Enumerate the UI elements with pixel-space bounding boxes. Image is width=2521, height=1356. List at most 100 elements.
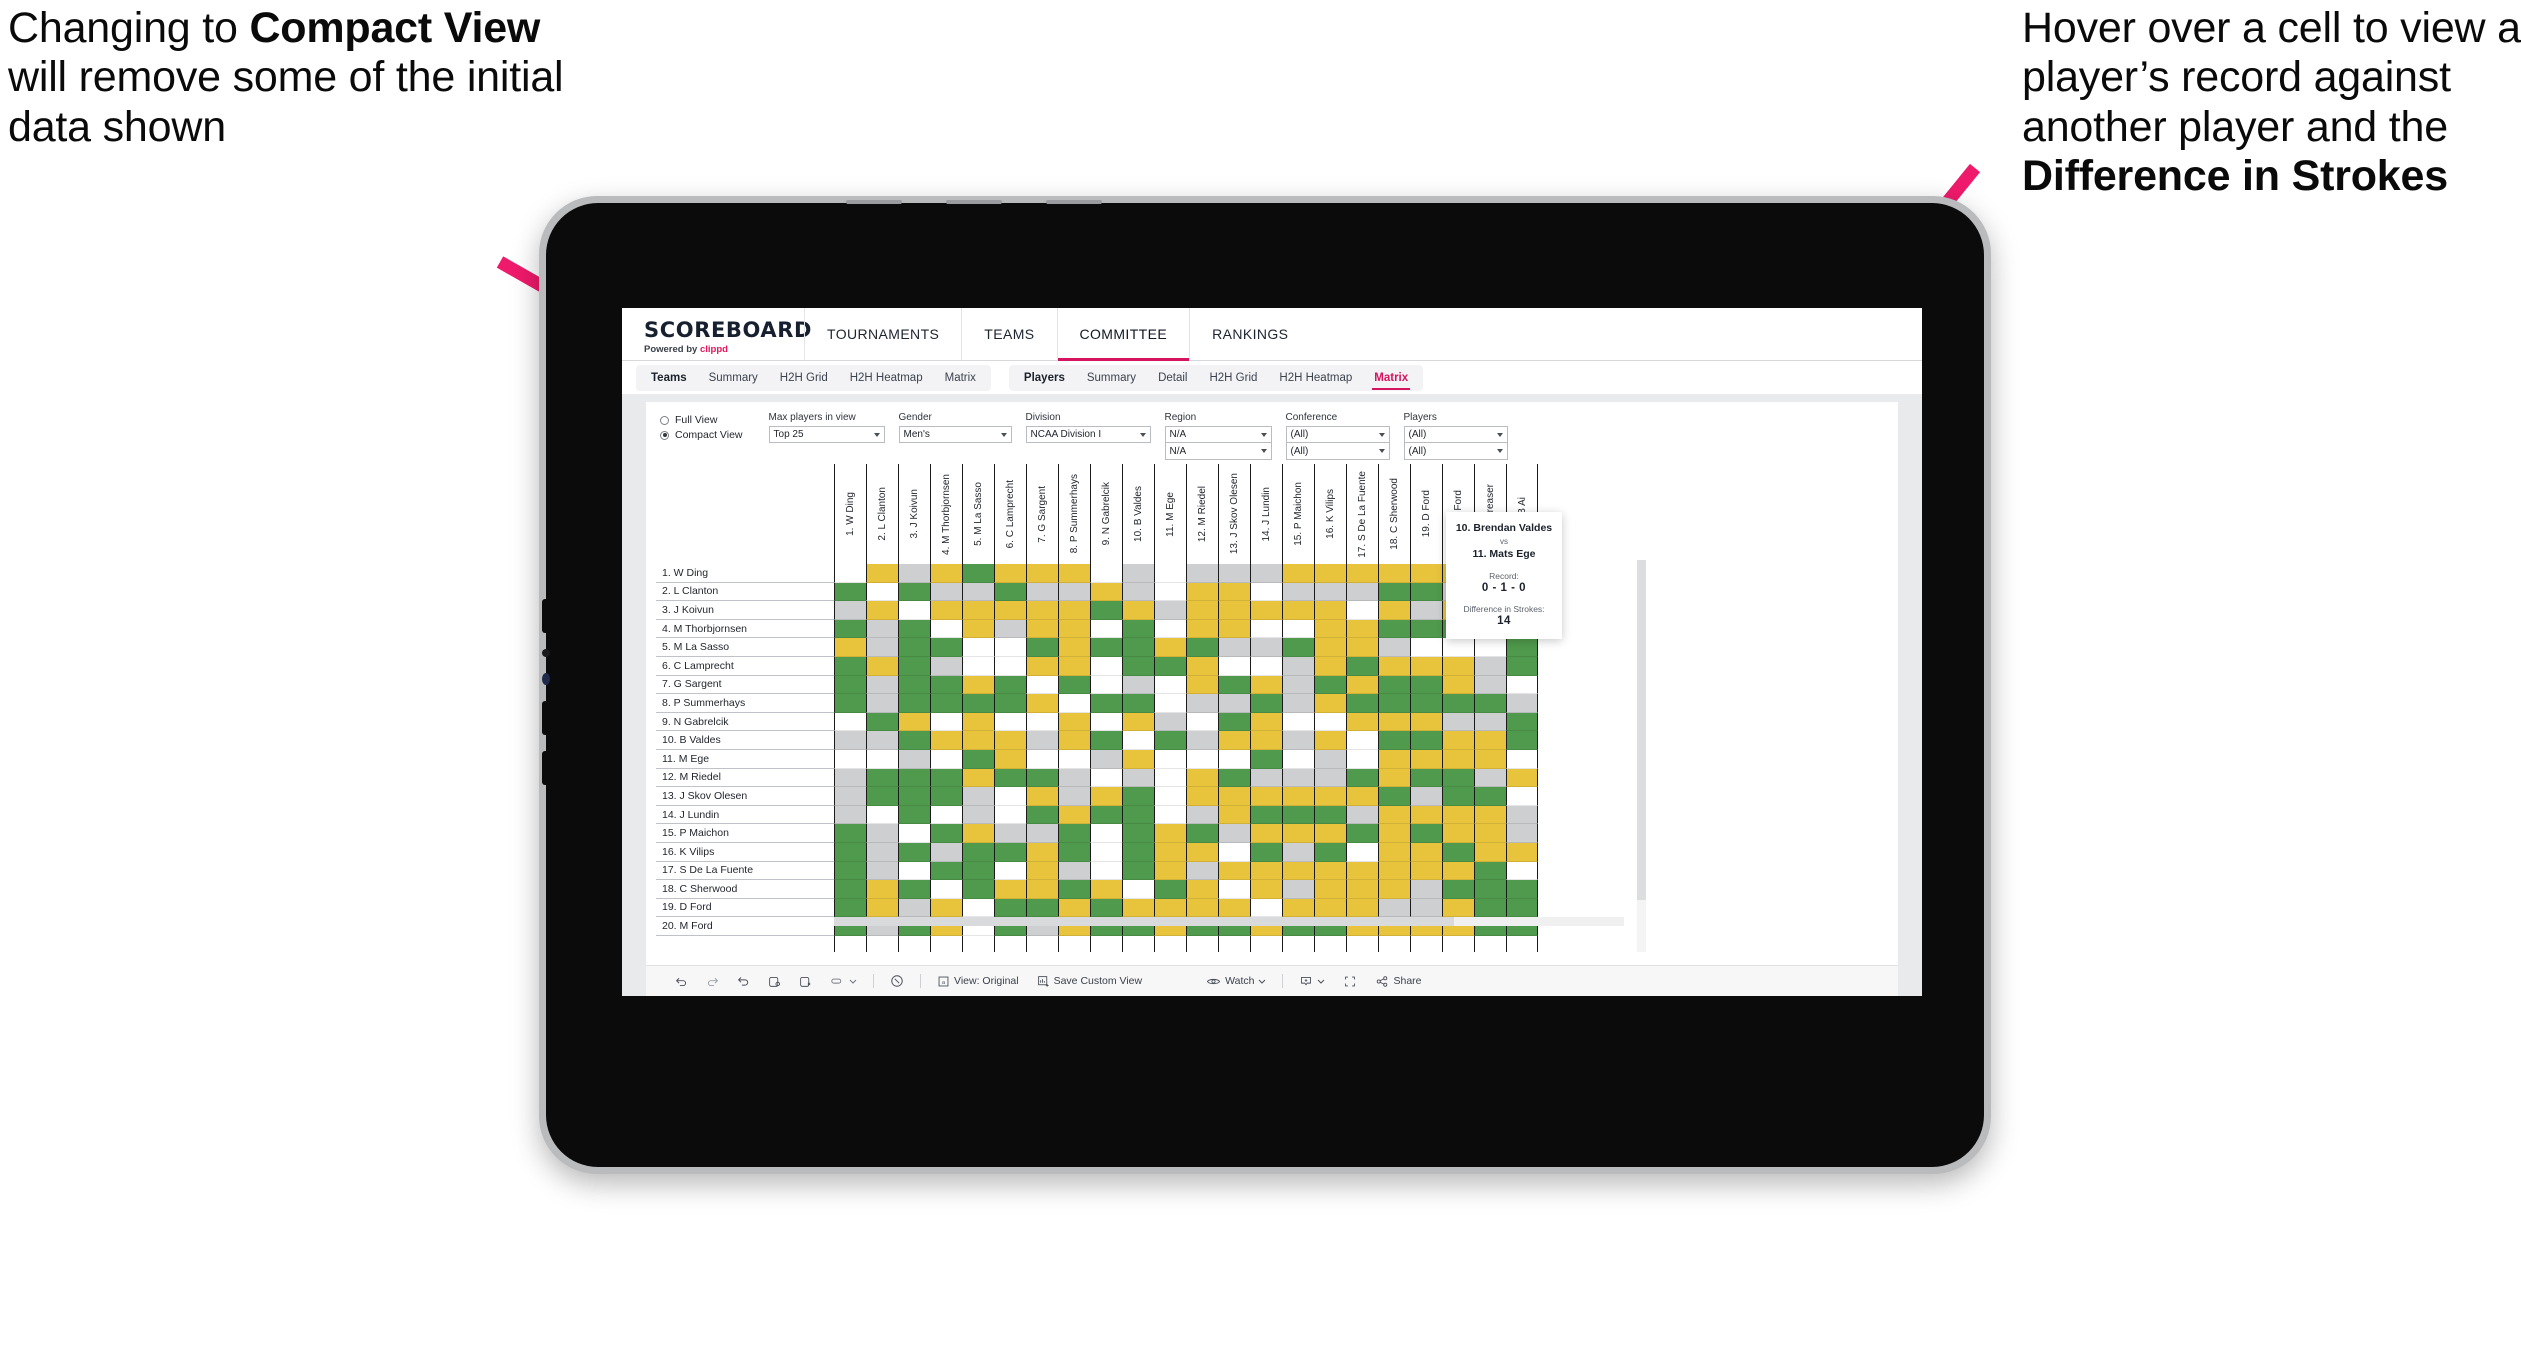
matrix-cell[interactable] <box>1090 731 1122 750</box>
matrix-cell[interactable] <box>994 787 1026 806</box>
matrix-cell[interactable] <box>1154 712 1186 732</box>
matrix-cell[interactable] <box>1218 619 1250 639</box>
matrix-vertical-scrollbar[interactable] <box>1637 560 1646 952</box>
matrix-cell[interactable] <box>994 712 1026 732</box>
matrix-cell[interactable] <box>930 805 962 825</box>
matrix-cell[interactable] <box>1474 731 1506 750</box>
matrix-cell[interactable] <box>866 601 898 620</box>
matrix-cell[interactable] <box>1314 712 1346 732</box>
matrix-cell[interactable] <box>1506 749 1538 769</box>
matrix-cell[interactable] <box>1442 805 1474 825</box>
matrix-cell[interactable] <box>866 564 898 583</box>
matrix-cell[interactable] <box>1058 824 1090 843</box>
matrix-cell[interactable] <box>962 898 994 918</box>
matrix-cell[interactable] <box>1186 712 1218 732</box>
matrix-cell[interactable] <box>1378 880 1410 899</box>
matrix-cell[interactable] <box>834 582 866 602</box>
matrix-cell[interactable] <box>1506 694 1538 713</box>
matrix-cell[interactable] <box>1346 898 1378 918</box>
matrix-cell[interactable] <box>962 805 994 825</box>
matrix-cell[interactable] <box>866 749 898 769</box>
matrix-cell[interactable] <box>1122 749 1154 769</box>
matrix-cell[interactable] <box>1506 675 1538 695</box>
matrix-cell[interactable] <box>930 824 962 843</box>
matrix-cell[interactable] <box>1122 601 1154 620</box>
matrix-cell[interactable] <box>930 861 962 881</box>
matrix-column-header[interactable]: 17. S De La Fuente <box>1346 464 1378 564</box>
matrix-cell[interactable] <box>1154 861 1186 881</box>
matrix-cell[interactable] <box>1410 675 1442 695</box>
matrix-cell[interactable] <box>1090 638 1122 657</box>
subtab-players-detail[interactable]: Detail <box>1147 365 1198 391</box>
matrix-cell[interactable] <box>1218 842 1250 862</box>
matrix-cell[interactable] <box>1410 898 1442 918</box>
matrix-cell[interactable] <box>1378 805 1410 825</box>
matrix-cell[interactable] <box>1282 582 1314 602</box>
matrix-cell[interactable] <box>1026 731 1058 750</box>
matrix-cell[interactable] <box>1346 601 1378 620</box>
matrix-cell[interactable] <box>1442 842 1474 862</box>
matrix-column-header[interactable]: 19. D Ford <box>1410 464 1442 564</box>
matrix-cell[interactable] <box>1058 712 1090 732</box>
matrix-cell[interactable] <box>866 824 898 843</box>
matrix-cell[interactable] <box>1250 824 1282 843</box>
matrix-cell[interactable] <box>930 564 962 583</box>
save-custom-view-button[interactable]: Save Custom View <box>1028 975 1152 988</box>
matrix-cell[interactable] <box>1410 712 1442 732</box>
matrix-cell[interactable] <box>1314 619 1346 639</box>
matrix-cell[interactable] <box>1186 824 1218 843</box>
matrix-cell[interactable] <box>1442 749 1474 769</box>
matrix-cell[interactable] <box>930 842 962 862</box>
matrix-cell[interactable] <box>834 842 866 862</box>
matrix-cell[interactable] <box>866 675 898 695</box>
filter-players-select-2[interactable]: (All) <box>1403 443 1508 460</box>
matrix-column-header[interactable]: 14. J Lundin <box>1250 464 1282 564</box>
matrix-cell[interactable] <box>1218 898 1250 918</box>
matrix-cell[interactable] <box>994 768 1026 788</box>
matrix-column-header[interactable]: 9. N Gabrelcik <box>1090 464 1122 564</box>
matrix-cell[interactable] <box>1058 768 1090 788</box>
matrix-cell[interactable] <box>1218 824 1250 843</box>
matrix-cell[interactable] <box>1314 638 1346 657</box>
matrix-cell[interactable] <box>1250 731 1282 750</box>
matrix-cell[interactable] <box>930 880 962 899</box>
radio-compact-view[interactable]: Compact View <box>660 429 743 441</box>
matrix-row-label[interactable]: 9. N Gabrelcik <box>656 713 834 732</box>
matrix-scroll-region[interactable]: 1. W Ding 2. L Clanton 3. J Koivun 4. M Tho… <box>646 464 1898 952</box>
matrix-cell[interactable] <box>994 619 1026 639</box>
matrix-cell[interactable] <box>1378 712 1410 732</box>
matrix-cell[interactable] <box>1314 898 1346 918</box>
matrix-column-header[interactable]: 7. G Sargent <box>1026 464 1058 564</box>
matrix-cell[interactable] <box>1410 601 1442 620</box>
matrix-cell[interactable] <box>962 638 994 657</box>
matrix-cell[interactable] <box>994 564 1026 583</box>
matrix-cell[interactable] <box>1090 805 1122 825</box>
matrix-cell[interactable] <box>962 842 994 862</box>
matrix-cell[interactable] <box>962 694 994 713</box>
matrix-row-label[interactable]: 4. M Thorbjornsen <box>656 620 834 639</box>
matrix-cell[interactable] <box>1218 601 1250 620</box>
pause-button[interactable] <box>790 975 821 988</box>
matrix-cell[interactable] <box>962 749 994 769</box>
matrix-cell[interactable] <box>1314 601 1346 620</box>
matrix-cell[interactable] <box>1154 656 1186 676</box>
matrix-cell[interactable] <box>866 842 898 862</box>
matrix-cell[interactable] <box>994 638 1026 657</box>
matrix-cell[interactable] <box>866 694 898 713</box>
matrix-cell[interactable] <box>834 675 866 695</box>
filter-region-select-2[interactable]: N/A <box>1164 443 1272 460</box>
matrix-cell[interactable] <box>1442 880 1474 899</box>
matrix-cell[interactable] <box>1506 898 1538 918</box>
matrix-cell[interactable] <box>1090 768 1122 788</box>
matrix-cell[interactable] <box>1410 880 1442 899</box>
matrix-cell[interactable] <box>1346 564 1378 583</box>
matrix-cell[interactable] <box>1090 619 1122 639</box>
matrix-cell[interactable] <box>1058 656 1090 676</box>
matrix-cell[interactable] <box>1282 694 1314 713</box>
matrix-cell[interactable] <box>1186 898 1218 918</box>
matrix-cell[interactable] <box>1282 731 1314 750</box>
matrix-cell[interactable] <box>930 768 962 788</box>
matrix-cell[interactable] <box>1154 619 1186 639</box>
matrix-cell[interactable] <box>898 824 930 843</box>
matrix-cell[interactable] <box>962 675 994 695</box>
